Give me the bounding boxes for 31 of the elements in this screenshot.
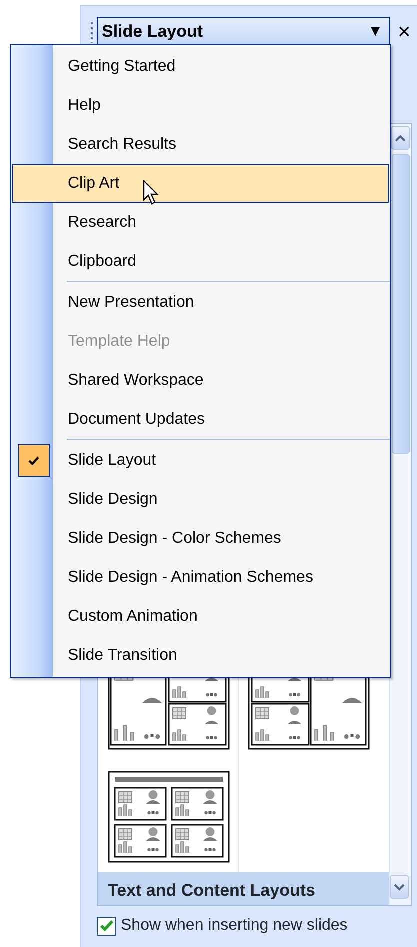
close-button[interactable]: × — [398, 20, 411, 42]
menu-item[interactable]: Custom Animation — [12, 597, 389, 636]
menu-item[interactable]: Getting Started — [12, 47, 389, 86]
menu-item[interactable]: Clipboard — [12, 242, 389, 281]
scroll-thumb[interactable] — [392, 154, 410, 454]
layout-thumbnail[interactable] — [248, 677, 370, 750]
chevron-up-icon — [395, 134, 406, 142]
checkbox-label[interactable]: Show when inserting new slides — [121, 914, 348, 938]
mouse-pointer-icon — [143, 180, 159, 206]
chevron-down-icon — [394, 884, 405, 890]
scrollbar[interactable] — [389, 124, 411, 905]
menu-item[interactable]: Help — [12, 86, 389, 125]
menu-item[interactable]: New Presentation — [12, 283, 389, 322]
menu-item[interactable]: Clip Art — [12, 164, 389, 203]
menu-item[interactable]: Shared Workspace — [12, 361, 389, 400]
checkbox[interactable] — [97, 916, 116, 936]
layout-thumbnail[interactable] — [108, 771, 230, 863]
section-header: Text and Content Layouts — [98, 872, 389, 905]
menu-item[interactable]: Slide Design — [12, 480, 389, 519]
menu-item[interactable]: Slide Design - Color Schemes — [12, 519, 389, 558]
menu-item[interactable]: Slide Transition — [12, 636, 389, 675]
layout-thumbnail[interactable] — [108, 677, 230, 750]
scroll-down-button[interactable] — [390, 875, 409, 899]
menu-item[interactable]: Research — [12, 203, 389, 242]
menu-item[interactable]: Slide Layout — [12, 441, 389, 480]
pane-title-dropdown[interactable]: Slide Layout ▼ — [97, 17, 390, 46]
menu-item[interactable]: Slide Design - Animation Schemes — [12, 558, 389, 597]
menu-item[interactable]: Search Results — [12, 125, 389, 164]
grip-handle[interactable] — [90, 20, 94, 42]
menu-item[interactable]: Document Updates — [12, 400, 389, 439]
scroll-up-button[interactable] — [391, 126, 410, 150]
